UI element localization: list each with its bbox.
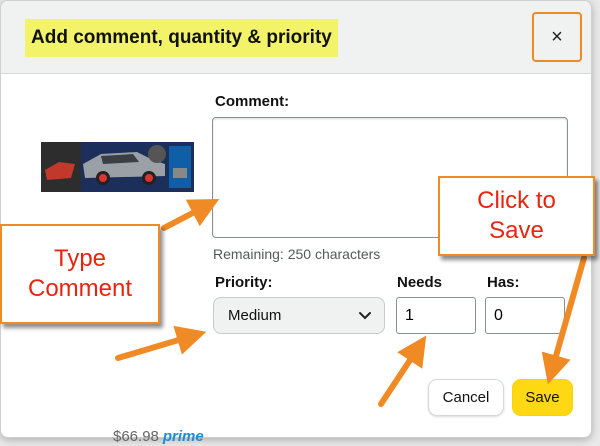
has-label: Has: (487, 274, 520, 291)
priority-select[interactable]: Medium (213, 297, 385, 334)
dialog-header: Add comment, quantity & priority × (1, 1, 591, 74)
needs-label: Needs (397, 274, 443, 291)
prime-badge: prime (162, 428, 204, 445)
callout-type-comment-line1: Type (53, 245, 107, 272)
remaining-characters: Remaining: 250 characters (213, 246, 381, 262)
priority-select-value: Medium (228, 307, 282, 324)
priority-label: Priority: (215, 274, 273, 291)
dialog-title: Add comment, quantity & priority (25, 19, 338, 57)
callout-type-comment: Type Comment (0, 224, 160, 324)
has-input[interactable] (485, 297, 565, 334)
callout-click-save-line1: Click to (477, 187, 556, 214)
callout-type-comment-line2: Comment (27, 275, 133, 302)
save-button-label: Save (525, 389, 560, 406)
callout-click-save: Click to Save (438, 176, 595, 256)
close-button[interactable]: × (532, 12, 582, 62)
comment-label: Comment: (215, 93, 290, 110)
background-price: $66.98 prime (113, 428, 204, 445)
needs-input[interactable] (396, 297, 476, 334)
cancel-button[interactable]: Cancel (428, 379, 504, 416)
close-icon: × (551, 25, 563, 48)
save-button[interactable]: Save (512, 379, 573, 416)
chevron-down-icon (359, 311, 371, 319)
price-text: $66.98 (113, 428, 159, 445)
callout-click-save-line2: Save (489, 217, 544, 244)
cancel-button-label: Cancel (442, 389, 490, 406)
product-thumbnail (41, 142, 194, 192)
